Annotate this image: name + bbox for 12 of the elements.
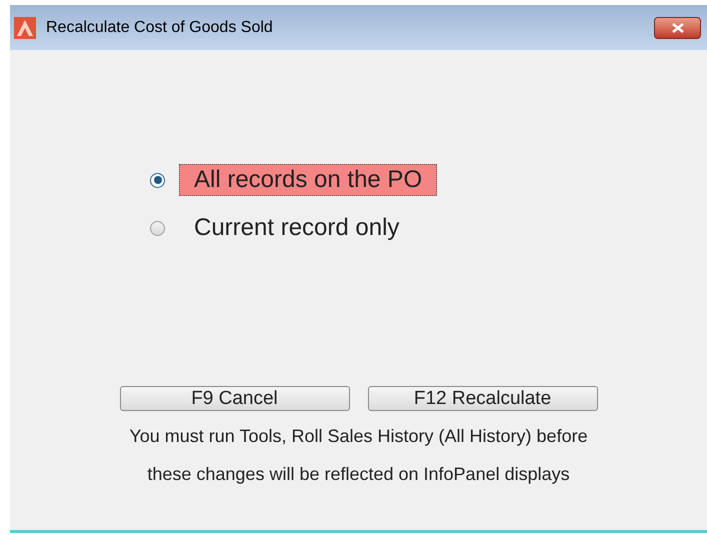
- close-button[interactable]: [654, 16, 701, 38]
- window-title: Recalculate Cost of Goods Sold: [46, 18, 273, 38]
- app-logo-icon: [14, 16, 36, 38]
- option-label[interactable]: Current record only: [179, 212, 414, 244]
- notice-text: You must run Tools, Roll Sales History (All History) before: [129, 425, 588, 448]
- notice-text: these changes will be reflected on InfoPanel displays: [147, 463, 570, 486]
- option-label[interactable]: All records on the PO: [179, 164, 438, 196]
- radio-button[interactable]: [150, 172, 165, 188]
- radio-button[interactable]: [150, 220, 165, 236]
- dialog-button[interactable]: F9 Cancel: [120, 386, 350, 411]
- dialog-button[interactable]: F12 Recalculate: [368, 386, 598, 411]
- close-icon: [672, 22, 684, 32]
